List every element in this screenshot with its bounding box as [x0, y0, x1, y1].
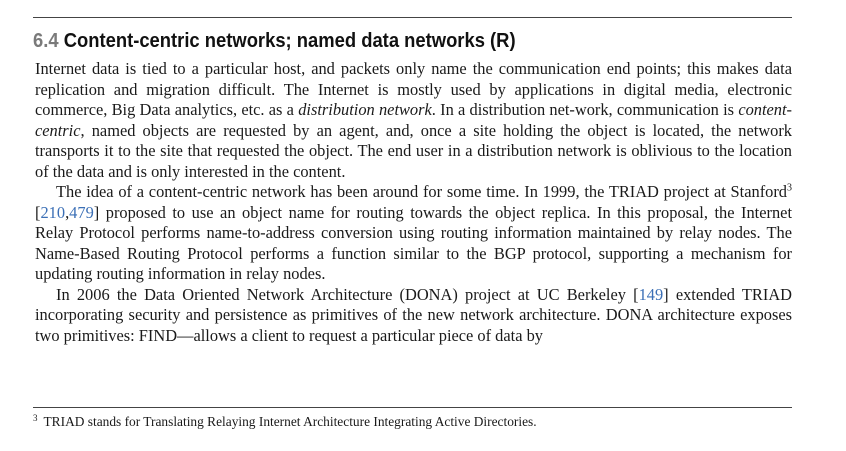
text: In 2006 the Data Oriented Network Archit…	[56, 284, 639, 304]
paragraph-3: In 2006 the Data Oriented Network Archit…	[35, 285, 792, 347]
citation-link-479[interactable]: 479	[69, 203, 94, 222]
footnote-number: 3	[33, 412, 38, 423]
top-rule	[33, 17, 792, 18]
footnote-text: TRIAD stands for Translating Relaying In…	[43, 414, 537, 429]
footnote-marker[interactable]: 3	[787, 183, 792, 194]
section-heading: 6.4 Content-centric networks; named data…	[33, 27, 732, 55]
text: . In a distribution net-work, communicat…	[431, 100, 739, 119]
emphasis-distribution-network: distribution network	[298, 100, 432, 119]
citation-link-210[interactable]: 210	[40, 203, 65, 222]
section-title: Content-centric networks; named data net…	[63, 30, 516, 52]
body-text: Internet data is tied to a particular ho…	[35, 59, 792, 346]
footnote-rule	[33, 407, 792, 408]
text: ] proposed to use an object name for rou…	[35, 202, 792, 284]
paragraph-1: Internet data is tied to a particular ho…	[35, 59, 792, 182]
paragraph-2: The idea of a content-centric network ha…	[35, 182, 792, 285]
section-number: 6.4	[33, 30, 59, 52]
citation-link-149[interactable]: 149	[639, 285, 664, 304]
footnote: 3 TRIAD stands for Translating Relaying I…	[33, 413, 793, 431]
text: The idea of a content-centric network ha…	[56, 182, 787, 201]
text: , named objects are requested by an agen…	[35, 120, 792, 181]
